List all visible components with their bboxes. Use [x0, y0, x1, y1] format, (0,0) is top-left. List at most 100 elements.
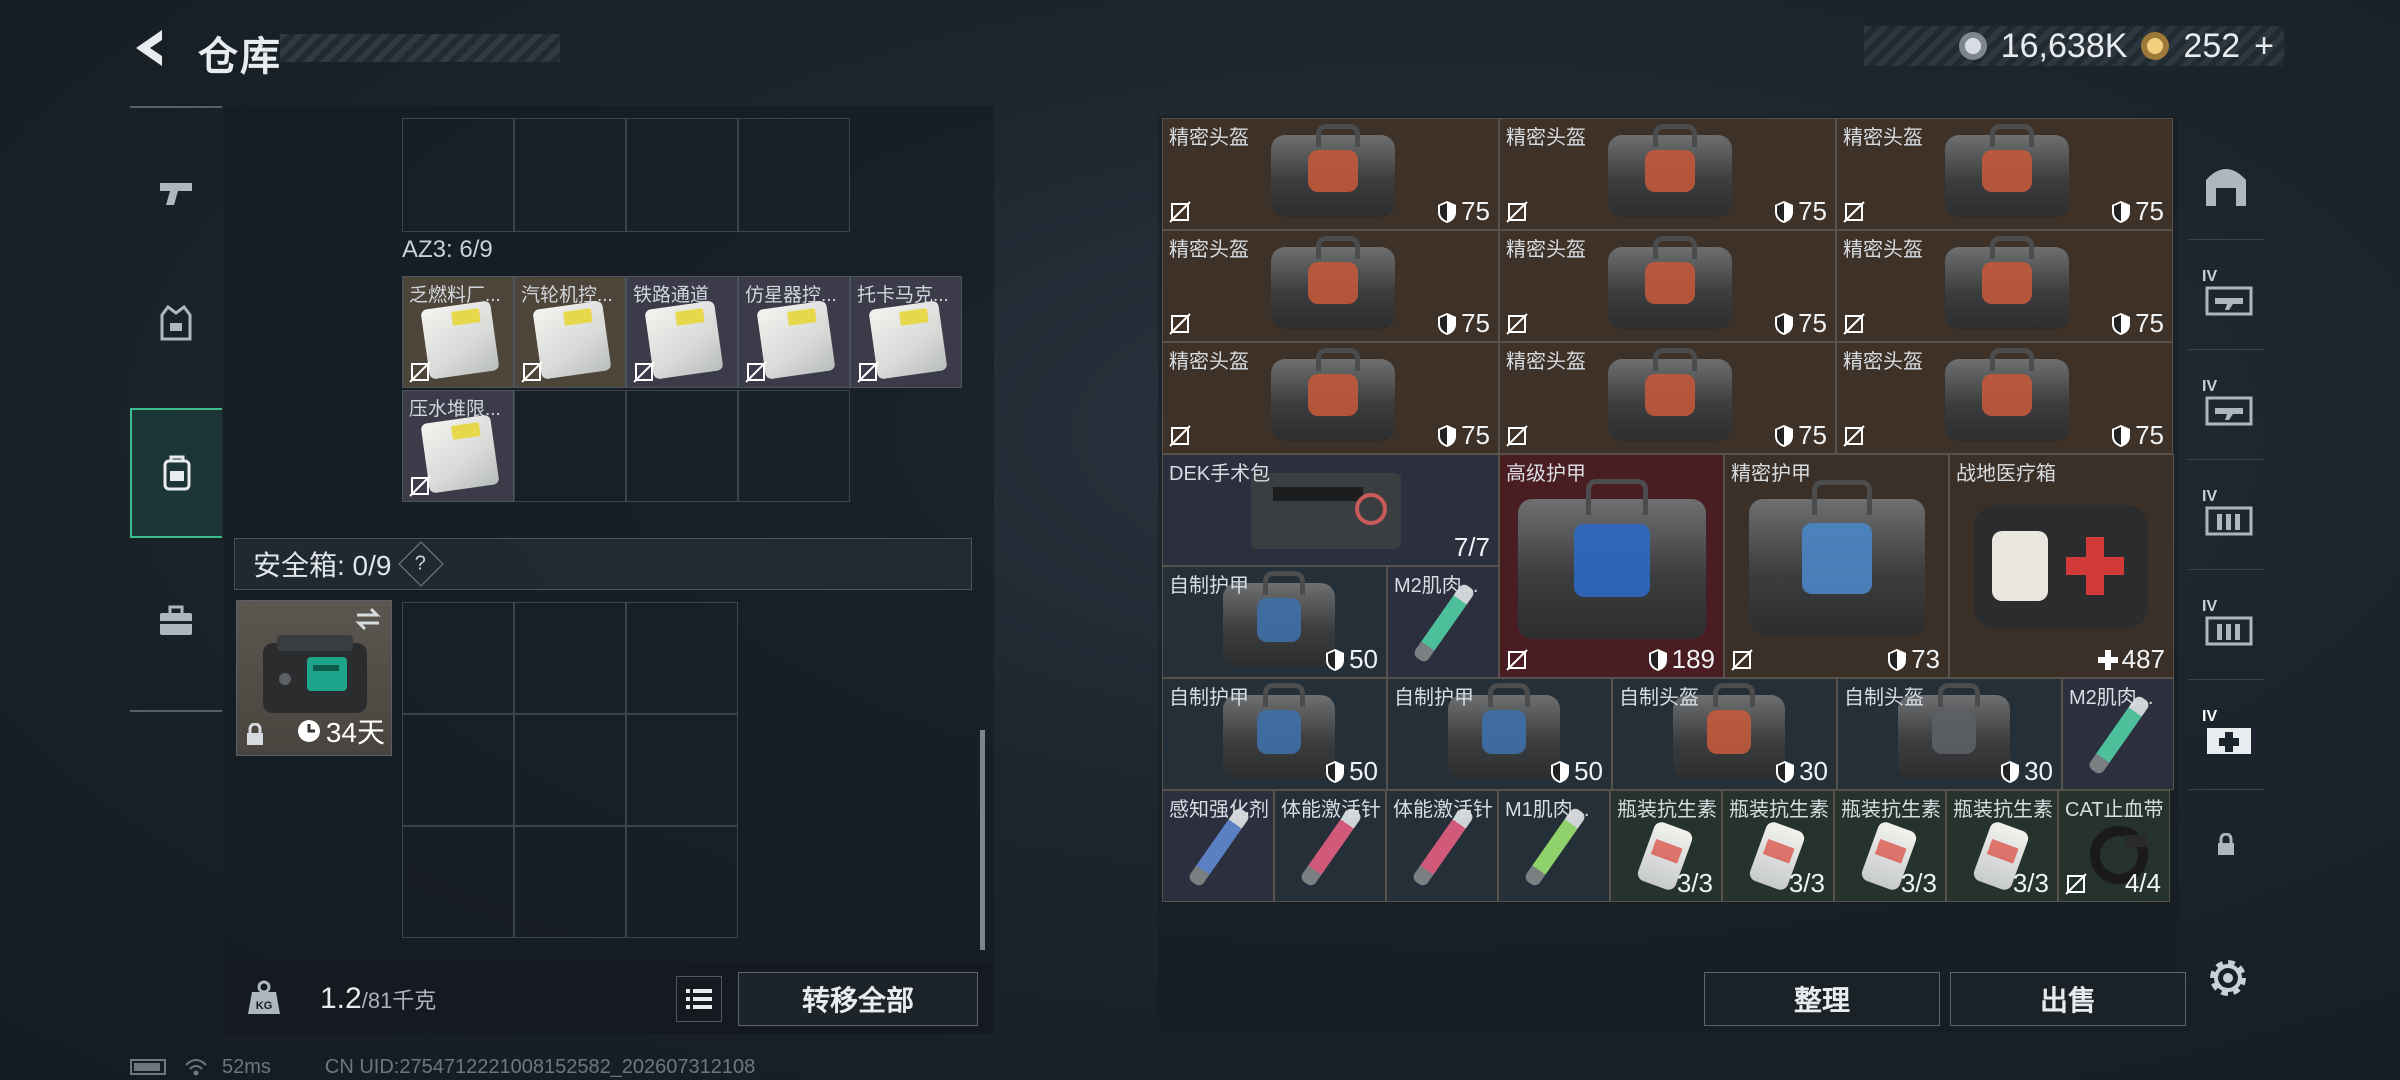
homemade-armor-item[interactable]: 自制护甲 50	[1162, 566, 1387, 678]
keycard-icon	[756, 300, 836, 380]
keycard-item[interactable]: 汽轮机控...	[514, 276, 626, 388]
no-insure-icon	[1731, 649, 1753, 671]
durability-shield-icon	[2001, 760, 2020, 783]
nav-backpack[interactable]	[130, 408, 222, 538]
helmet-item[interactable]: 精密头盔 75	[1499, 230, 1836, 342]
antibiotic-item[interactable]: 瓶装抗生素 3/3	[1610, 790, 1722, 902]
grid-cell[interactable]	[626, 714, 738, 826]
keycard-item[interactable]: 仿星器控...	[738, 276, 850, 388]
warehouse-tab-locked[interactable]	[2188, 790, 2264, 900]
transfer-all-button[interactable]: 转移全部	[738, 972, 978, 1026]
scrollbar[interactable]	[980, 730, 985, 950]
helmet-item[interactable]: 精密头盔 75	[1836, 342, 2173, 454]
settings-gear-icon[interactable]	[2204, 954, 2252, 1002]
stimulant-item[interactable]: 体能激活针	[1386, 790, 1498, 902]
grid-cell[interactable]	[626, 118, 738, 232]
advanced-armor-item[interactable]: 高级护甲 189	[1499, 454, 1724, 678]
keycard-item[interactable]: 铁路通道	[626, 276, 738, 388]
grid-cell[interactable]	[738, 390, 850, 502]
first-aid-kit-icon	[1251, 473, 1401, 549]
nav-weapons[interactable]	[130, 128, 222, 258]
helmet-item[interactable]: 精密头盔 75	[1836, 230, 2173, 342]
homemade-helmet-item[interactable]: 自制头盔 30	[1837, 678, 2062, 790]
current-weight: 1.2	[320, 982, 362, 1015]
keycard-item[interactable]: 压水堆限...	[402, 390, 514, 502]
no-insure-icon	[1506, 425, 1528, 447]
safebox-header: 安全箱: 0/9 ?	[234, 538, 972, 590]
safebox-item[interactable]: 34天	[236, 600, 392, 756]
tourniquet-item[interactable]: CAT止血带 4/4	[2058, 790, 2170, 902]
stimulant-item[interactable]: M1肌肉...	[1498, 790, 1610, 902]
item-label: 仿星器控...	[745, 285, 837, 306]
item-label: 战地医疗箱	[1956, 463, 2056, 485]
helmet-item[interactable]: 精密头盔 75	[1499, 342, 1836, 454]
precision-armor-item[interactable]: 精密护甲 73	[1724, 454, 1949, 678]
helmet-item[interactable]: 精密头盔 75	[1162, 230, 1499, 342]
keycard-item[interactable]: 乏燃料厂...	[402, 276, 514, 388]
grid-cell[interactable]	[514, 826, 626, 938]
m2-muscle-stim-item[interactable]: M2肌肉...	[1387, 566, 1499, 678]
homemade-armor-item[interactable]: 自制护甲 50	[1162, 678, 1387, 790]
grid-cell[interactable]	[514, 602, 626, 714]
durability-shield-icon	[1775, 200, 1794, 223]
warehouse-tab-5[interactable]: IV	[2188, 570, 2264, 680]
grid-cell[interactable]	[626, 602, 738, 714]
item-value: 4/4	[2124, 868, 2161, 898]
grid-cell[interactable]	[738, 118, 850, 232]
helmet-item[interactable]: 精密头盔 75	[1499, 118, 1836, 230]
grid-cell[interactable]	[626, 390, 738, 502]
m2-muscle-stim-item[interactable]: M2肌肉...	[2062, 678, 2174, 790]
gear-bag-icon	[1608, 123, 1732, 217]
help-icon[interactable]: ?	[398, 541, 445, 587]
grid-cell[interactable]	[402, 826, 514, 938]
durability-shield-icon	[1438, 312, 1457, 335]
stimulant-item[interactable]: 体能激活针	[1274, 790, 1386, 902]
helmet-item[interactable]: 精密头盔 75	[1162, 118, 1499, 230]
grid-cell[interactable]	[514, 118, 626, 232]
item-label: 自制护甲	[1169, 575, 1249, 597]
surgery-kit-item[interactable]: DEK手术包 7/7	[1162, 454, 1499, 566]
organize-button[interactable]: 整理	[1704, 972, 1940, 1026]
list-view-button[interactable]	[676, 976, 722, 1022]
keycard-icon	[644, 300, 724, 380]
keycard-item[interactable]: 托卡马克...	[850, 276, 962, 388]
helmet-item[interactable]: 精密头盔 75	[1162, 342, 1499, 454]
item-value: 75	[1437, 196, 1490, 227]
homemade-helmet-item[interactable]: 自制头盔 30	[1612, 678, 1837, 790]
antibiotic-item[interactable]: 瓶装抗生素 3/3	[1946, 790, 2058, 902]
grid-cell[interactable]	[514, 390, 626, 502]
item-label: M1肌肉...	[1505, 799, 1590, 821]
nav-case[interactable]	[130, 556, 222, 686]
item-value: 7/7	[1453, 532, 1490, 562]
swap-icon[interactable]	[353, 607, 383, 631]
field-medkit-item[interactable]: 战地医疗箱 487	[1949, 454, 2174, 678]
durability-shield-icon	[2112, 312, 2131, 335]
antibiotic-item[interactable]: 瓶装抗生素 3/3	[1834, 790, 1946, 902]
sell-button[interactable]: 出售	[1950, 972, 2186, 1026]
back-arrow-icon[interactable]	[128, 26, 172, 70]
durability-shield-icon	[2112, 200, 2131, 223]
add-currency-button[interactable]: +	[2254, 27, 2274, 66]
safebox-duration: 34天	[296, 711, 385, 751]
grid-cell[interactable]	[402, 714, 514, 826]
nav-equipment[interactable]	[130, 258, 222, 388]
warehouse-tab-6[interactable]: IV	[2188, 680, 2264, 790]
gear-bag-icon	[1518, 479, 1706, 639]
warehouse-tab-4[interactable]: IV	[2188, 460, 2264, 570]
grid-cell[interactable]	[514, 714, 626, 826]
heal-cross-icon	[2097, 649, 2118, 670]
warehouse-tab-2[interactable]: IV	[2188, 240, 2264, 350]
antibiotic-item[interactable]: 瓶装抗生素 3/3	[1722, 790, 1834, 902]
keycard-icon	[532, 300, 612, 380]
warehouse-tab-3[interactable]: IV	[2188, 350, 2264, 460]
grid-cell[interactable]	[402, 118, 514, 232]
warehouse-tab-armor[interactable]	[2188, 130, 2264, 240]
item-label: 铁路通道	[633, 285, 710, 306]
homemade-armor-item[interactable]: 自制护甲 50	[1387, 678, 1612, 790]
lock-icon	[2218, 833, 2234, 855]
stimulant-item[interactable]: 感知强化剂	[1162, 790, 1274, 902]
grid-cell[interactable]	[626, 826, 738, 938]
helmet-item[interactable]: 精密头盔 75	[1836, 118, 2173, 230]
grid-cell[interactable]	[402, 602, 514, 714]
gear-bag-icon	[1271, 123, 1395, 217]
